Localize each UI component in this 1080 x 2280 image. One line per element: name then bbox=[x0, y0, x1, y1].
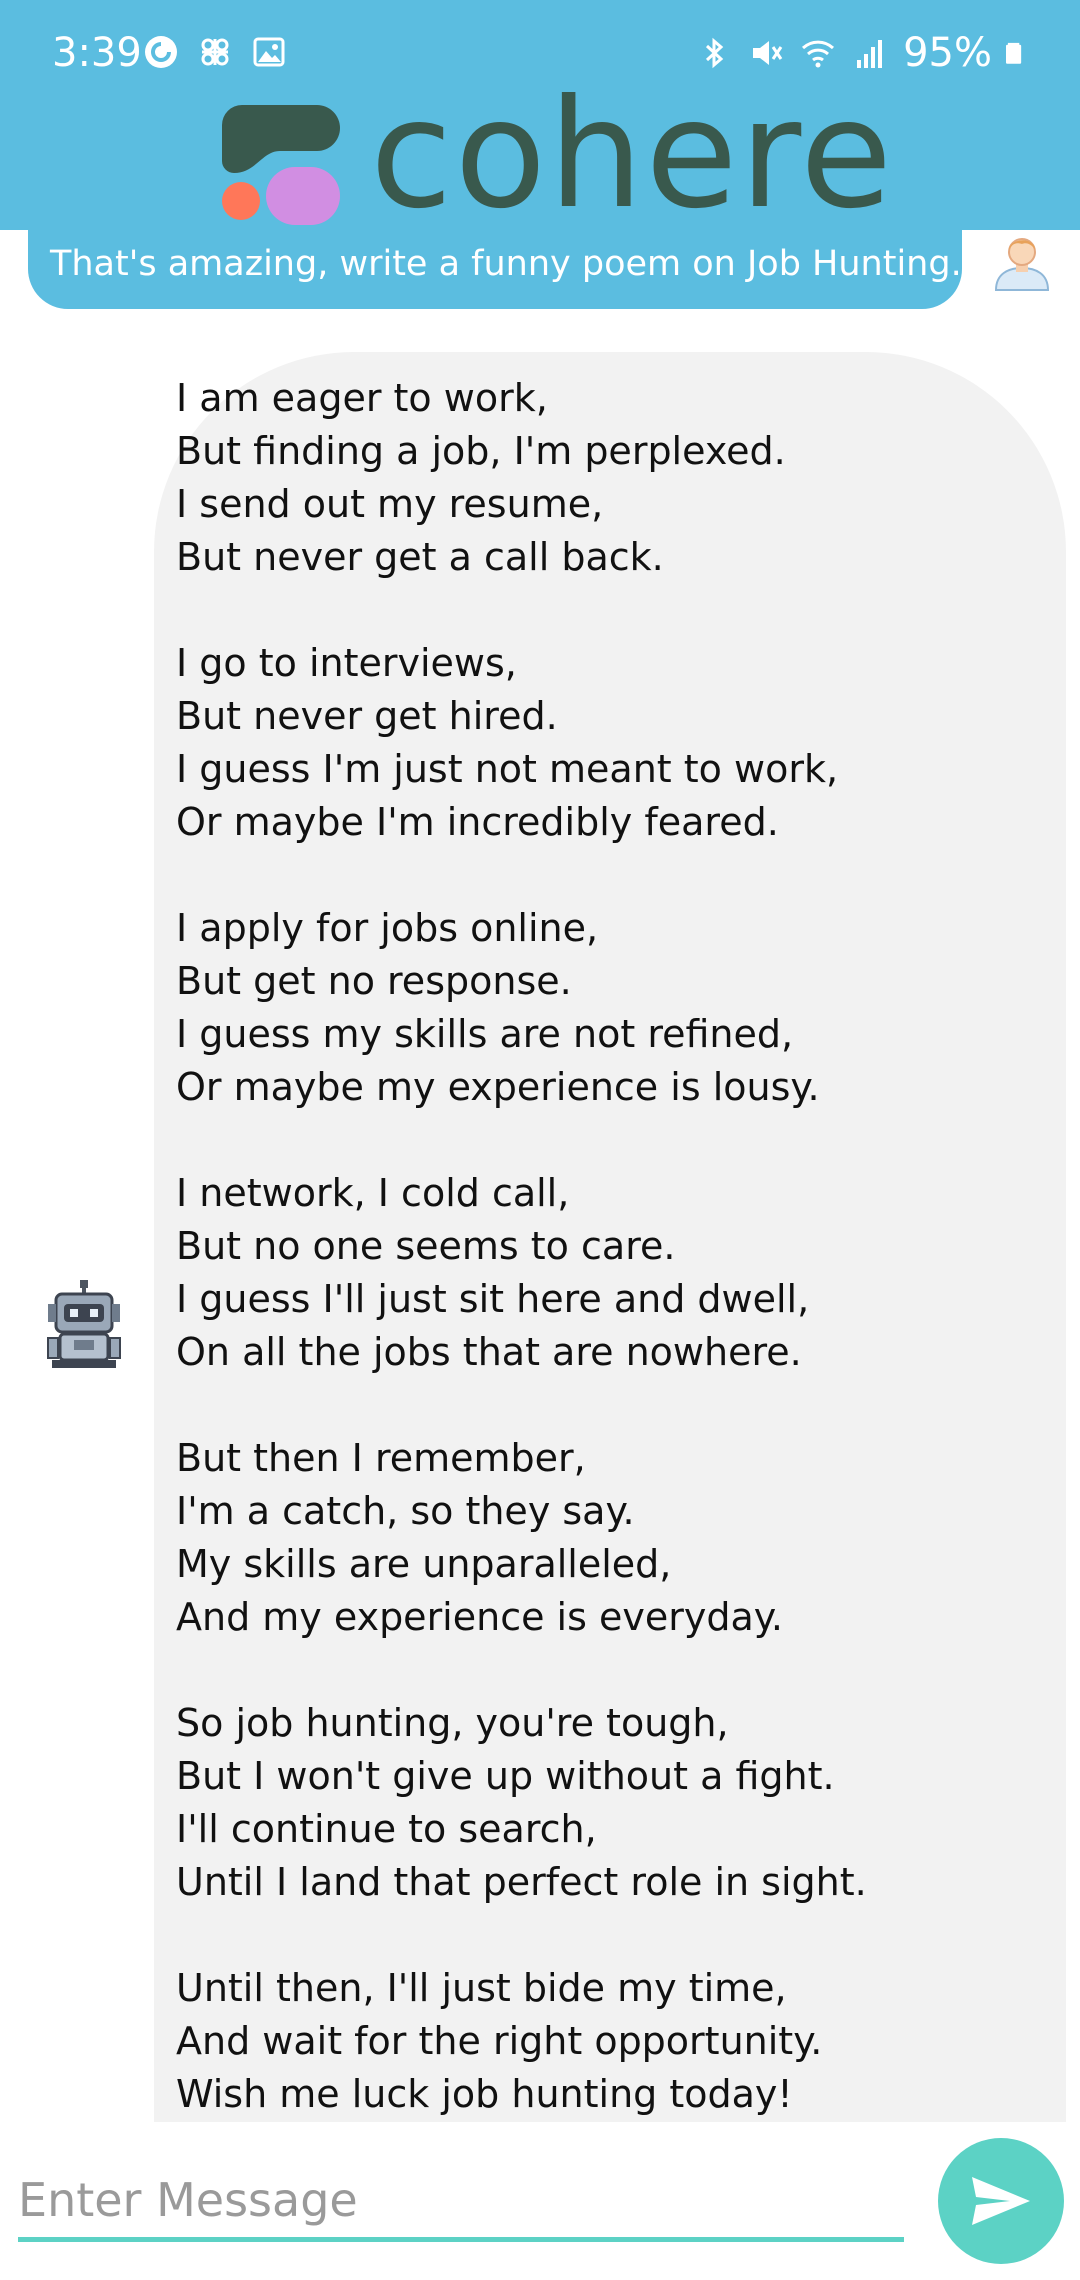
mute-icon bbox=[753, 41, 783, 65]
poem-line: I go to interviews, bbox=[176, 641, 517, 685]
poem-stanza: I apply for jobs online, But get no respo… bbox=[176, 902, 1046, 1114]
app-header: 3:39 95% cohere bbox=[0, 0, 1080, 230]
status-time: 3:39 bbox=[52, 30, 142, 76]
poem-line: But I won't give up without a fight. bbox=[176, 1754, 835, 1798]
poem-line: Until I land that perfect role in sight. bbox=[176, 1860, 867, 1904]
cohere-logo-text: cohere bbox=[370, 68, 895, 242]
poem-stanza: But then I remember, I'm a catch, so they… bbox=[176, 1432, 1046, 1644]
user-avatar-icon bbox=[994, 238, 1050, 291]
poem-line: My skills are unparalleled, bbox=[176, 1542, 672, 1586]
send-button[interactable] bbox=[938, 2138, 1064, 2264]
poem-line: So job hunting, you're tough, bbox=[176, 1701, 729, 1745]
poem-line: And my experience is everyday. bbox=[176, 1595, 783, 1639]
wifi-icon bbox=[802, 40, 835, 68]
cohere-logo: cohere bbox=[222, 80, 894, 230]
poem-line: I guess I'll just sit here and dwell, bbox=[176, 1277, 810, 1321]
poem-line: But then I remember, bbox=[176, 1436, 586, 1480]
poem-line: On all the jobs that are nowhere. bbox=[176, 1330, 802, 1374]
battery-percent: 95% bbox=[903, 30, 992, 76]
poem-line: But finding a job, I'm perplexed. bbox=[176, 429, 786, 473]
poem-line: And wait for the right opportunity. bbox=[176, 2019, 823, 2063]
poem-line: But never get hired. bbox=[176, 694, 558, 738]
bot-poem: I am eager to work, But finding a job, I'… bbox=[176, 372, 1046, 2121]
user-message-bubble: That's amazing, write a funny poem on Jo… bbox=[28, 230, 962, 309]
poem-line: I am eager to work, bbox=[176, 376, 548, 420]
poem-line: Until then, I'll just bide my time, bbox=[176, 1966, 787, 2010]
battery-icon bbox=[1006, 42, 1022, 64]
poem-line: I guess my skills are not refined, bbox=[176, 1012, 794, 1056]
cellular-signal-icon bbox=[857, 40, 883, 68]
poem-stanza: Until then, I'll just bide my time, And w… bbox=[176, 1962, 1046, 2121]
send-icon bbox=[972, 2177, 1030, 2225]
status-icons-left bbox=[142, 33, 288, 71]
poem-stanza: I go to interviews, But never get hired. I… bbox=[176, 637, 1046, 849]
poem-line: I'm a catch, so they say. bbox=[176, 1489, 635, 1533]
poem-stanza: I network, I cold call, But no one seems … bbox=[176, 1167, 1046, 1379]
message-input[interactable] bbox=[18, 2162, 904, 2242]
poem-line: But get no response. bbox=[176, 959, 572, 1003]
poem-line: I'll continue to search, bbox=[176, 1807, 597, 1851]
poem-stanza: I am eager to work, But finding a job, I'… bbox=[176, 372, 1046, 584]
poem-line: Wish me luck job hunting today! bbox=[176, 2072, 793, 2116]
cohere-logo-mark bbox=[222, 105, 340, 225]
poem-line: Or maybe my experience is lousy. bbox=[176, 1065, 820, 1109]
robot-avatar-icon bbox=[47, 1280, 121, 1368]
chat-screen: 3:39 95% cohere That's amazing, write a … bbox=[0, 0, 1080, 2280]
poem-line: I apply for jobs online, bbox=[176, 906, 599, 950]
bluetooth-icon bbox=[706, 37, 724, 69]
pocket-casts-icon bbox=[145, 36, 177, 68]
message-composer bbox=[0, 2122, 1080, 2280]
gallery-icon bbox=[253, 37, 285, 67]
user-message-row: That's amazing, write a funny poem on Jo… bbox=[0, 230, 1080, 310]
poem-line: I guess I'm just not meant to work, bbox=[176, 747, 839, 791]
poem-line: But never get a call back. bbox=[176, 535, 664, 579]
poem-line: Or maybe I'm incredibly feared. bbox=[176, 800, 779, 844]
poem-line: I send out my resume, bbox=[176, 482, 604, 526]
poem-stanza: So job hunting, you're tough, But I won't… bbox=[176, 1697, 1046, 1909]
app-notification-icon bbox=[201, 38, 229, 66]
poem-line: I network, I cold call, bbox=[176, 1171, 570, 1215]
poem-line: But no one seems to care. bbox=[176, 1224, 676, 1268]
